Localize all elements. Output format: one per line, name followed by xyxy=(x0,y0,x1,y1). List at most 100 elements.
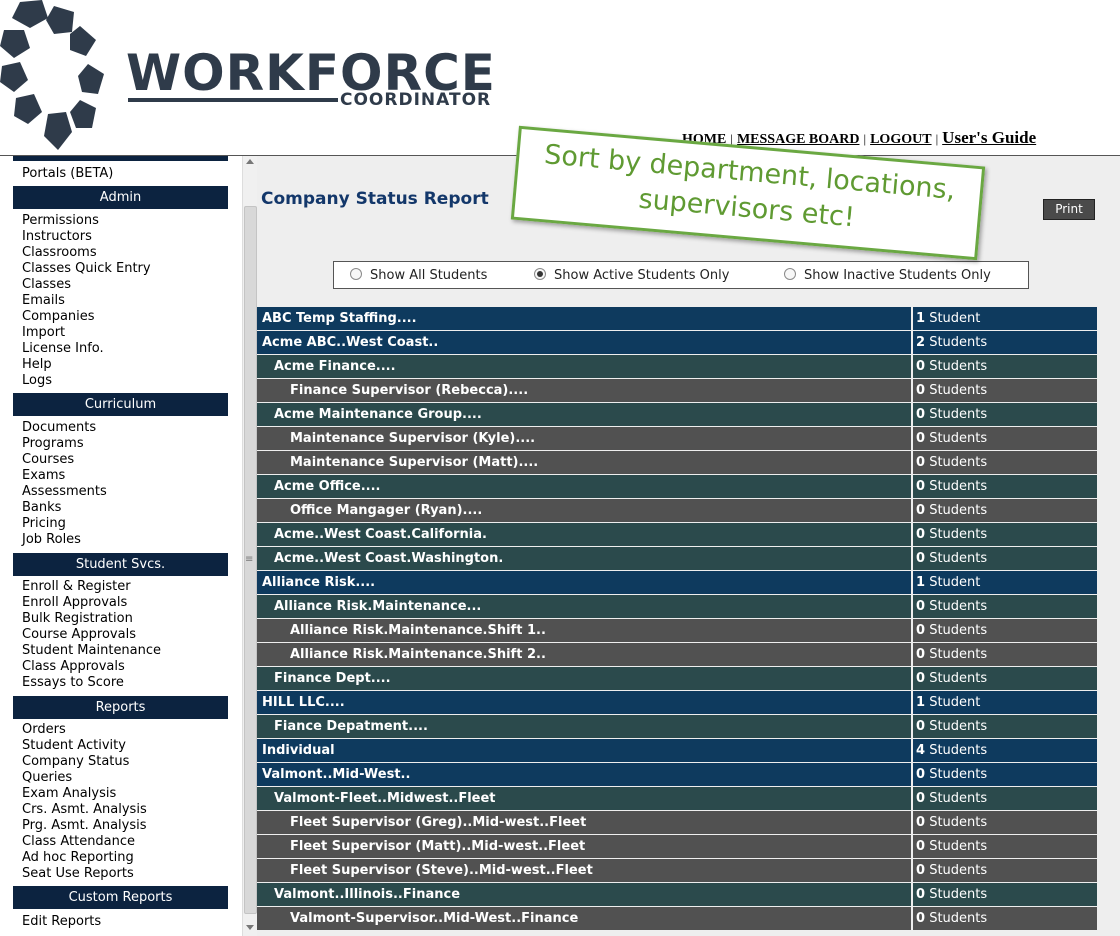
table-row[interactable]: Acme Office.... 0 Students xyxy=(257,475,1097,498)
row-name[interactable]: Finance Supervisor (Rebecca).... xyxy=(257,379,911,402)
row-name[interactable]: Acme Maintenance Group.... xyxy=(257,403,911,426)
table-row[interactable]: Acme..West Coast.Washington. 0 Students xyxy=(257,547,1097,570)
sidebar-item-companies[interactable]: Companies xyxy=(22,309,95,325)
filter-all-students[interactable]: Show All Students xyxy=(350,268,487,283)
table-row[interactable]: Finance Dept.... 0 Students xyxy=(257,667,1097,690)
sidebar-item-documents[interactable]: Documents xyxy=(22,420,96,436)
table-row[interactable]: Acme..West Coast.California. 0 Students xyxy=(257,523,1097,546)
sidebar-item-prg-asmt-analysis[interactable]: Prg. Asmt. Analysis xyxy=(22,818,147,834)
table-row[interactable]: Maintenance Supervisor (Matt).... 0 Stude… xyxy=(257,451,1097,474)
sidebar-item-job-roles[interactable]: Job Roles xyxy=(22,532,81,548)
sidebar-item-enroll-register[interactable]: Enroll & Register xyxy=(22,579,131,595)
table-row[interactable]: Alliance Risk.Maintenance.Shift 1.. 0 Stu… xyxy=(257,619,1097,642)
table-row[interactable]: Office Mangager (Ryan).... 0 Students xyxy=(257,499,1097,522)
sidebar-item-classes[interactable]: Classes xyxy=(22,277,71,293)
table-row[interactable]: Alliance Risk.Maintenance.Shift 2.. 0 Stu… xyxy=(257,643,1097,666)
sidebar-item-banks[interactable]: Banks xyxy=(22,500,61,516)
sidebar-item-class-approvals[interactable]: Class Approvals xyxy=(22,659,125,675)
row-name[interactable]: Office Mangager (Ryan).... xyxy=(257,499,911,522)
table-row[interactable]: Individual 4 Students xyxy=(257,739,1097,762)
table-row[interactable]: Valmont-Fleet..Midwest..Fleet 0 Students xyxy=(257,787,1097,810)
nav-logout-link[interactable]: LOGOUT xyxy=(870,132,931,147)
sidebar-item-programs[interactable]: Programs xyxy=(22,436,84,452)
radio-button-selected-icon[interactable] xyxy=(534,268,546,280)
table-row[interactable]: ABC Temp Staffing.... 1 Student xyxy=(257,307,1097,330)
row-name[interactable]: Acme ABC..West Coast.. xyxy=(257,331,911,354)
radio-button-icon[interactable] xyxy=(784,268,796,280)
sidebar-item-queries[interactable]: Queries xyxy=(22,770,72,786)
table-row[interactable]: Acme Maintenance Group.... 0 Students xyxy=(257,403,1097,426)
row-name[interactable]: HILL LLC.... xyxy=(257,691,911,714)
sidebar-item-assessments[interactable]: Assessments xyxy=(22,484,107,500)
row-name[interactable]: ABC Temp Staffing.... xyxy=(257,307,911,330)
sidebar-item-ad-hoc-reporting[interactable]: Ad hoc Reporting xyxy=(22,850,134,866)
nav-message-board-link[interactable]: MESSAGE BOARD xyxy=(737,132,860,147)
sidebar-item-enroll-approvals[interactable]: Enroll Approvals xyxy=(22,595,127,611)
sidebar-item-course-approvals[interactable]: Course Approvals xyxy=(22,627,136,643)
row-name[interactable]: Alliance Risk.Maintenance.Shift 1.. xyxy=(257,619,911,642)
sidebar-item-classrooms[interactable]: Classrooms xyxy=(22,245,97,261)
row-name[interactable]: Acme..West Coast.Washington. xyxy=(257,547,911,570)
row-name[interactable]: Maintenance Supervisor (Kyle).... xyxy=(257,427,911,450)
sidebar-item-pricing[interactable]: Pricing xyxy=(22,516,66,532)
table-row[interactable]: Finance Supervisor (Rebecca).... 0 Studen… xyxy=(257,379,1097,402)
sidebar-item-crs-asmt-analysis[interactable]: Crs. Asmt. Analysis xyxy=(22,802,147,818)
sidebar-item-company-status[interactable]: Company Status xyxy=(22,754,129,770)
sidebar-item-license-info[interactable]: License Info. xyxy=(22,341,104,357)
row-name[interactable]: Valmont-Fleet..Midwest..Fleet xyxy=(257,787,911,810)
table-row[interactable]: Fleet Supervisor (Matt)..Mid-west..Fleet… xyxy=(257,835,1097,858)
row-name[interactable]: Fleet Supervisor (Matt)..Mid-west..Fleet xyxy=(257,835,911,858)
sidebar-item-bulk-registration[interactable]: Bulk Registration xyxy=(22,611,133,627)
row-name[interactable]: Fiance Depatment.... xyxy=(257,715,911,738)
sidebar-scrollbar[interactable]: ≡ xyxy=(242,156,257,936)
row-name[interactable]: Acme Finance.... xyxy=(257,355,911,378)
table-row[interactable]: Alliance Risk.... 1 Student xyxy=(257,571,1097,594)
sidebar-item-emails[interactable]: Emails xyxy=(22,293,65,309)
radio-button-icon[interactable] xyxy=(350,268,362,280)
filter-active-students[interactable]: Show Active Students Only xyxy=(534,268,729,283)
row-name[interactable]: Valmont-Supervisor..Mid-West..Finance xyxy=(257,907,911,930)
row-name[interactable]: Fleet Supervisor (Greg)..Mid-west..Fleet xyxy=(257,811,911,834)
sidebar-item-permissions[interactable]: Permissions xyxy=(22,213,99,229)
print-button[interactable]: Print xyxy=(1043,199,1095,220)
table-row[interactable]: Maintenance Supervisor (Kyle).... 0 Stude… xyxy=(257,427,1097,450)
sidebar-item-logs[interactable]: Logs xyxy=(22,373,52,389)
row-name[interactable]: Alliance Risk.Maintenance... xyxy=(257,595,911,618)
sidebar-item-courses[interactable]: Courses xyxy=(22,452,74,468)
table-row[interactable]: Valmont..Illinois..Finance 0 Students xyxy=(257,883,1097,906)
sidebar-item-help[interactable]: Help xyxy=(22,357,52,373)
table-row[interactable]: Alliance Risk.Maintenance... 0 Students xyxy=(257,595,1097,618)
row-name[interactable]: Acme..West Coast.California. xyxy=(257,523,911,546)
sidebar-item-seat-use-reports[interactable]: Seat Use Reports xyxy=(22,866,134,882)
scroll-up-arrow-icon[interactable] xyxy=(246,159,254,164)
sidebar-item-portals[interactable]: Portals (BETA) xyxy=(22,166,113,182)
sidebar-item-instructors[interactable]: Instructors xyxy=(22,229,92,245)
sidebar-item-essays-to-score[interactable]: Essays to Score xyxy=(22,675,124,691)
sidebar-item-orders[interactable]: Orders xyxy=(22,722,66,738)
table-row[interactable]: Valmont-Supervisor..Mid-West..Finance 0 S… xyxy=(257,907,1097,930)
filter-inactive-students[interactable]: Show Inactive Students Only xyxy=(784,268,991,283)
table-row[interactable]: Acme Finance.... 0 Students xyxy=(257,355,1097,378)
scroll-down-arrow-icon[interactable] xyxy=(246,925,254,930)
row-name[interactable]: Alliance Risk.Maintenance.Shift 2.. xyxy=(257,643,911,666)
row-name[interactable]: Valmont..Illinois..Finance xyxy=(257,883,911,906)
users-guide-link[interactable]: User's Guide xyxy=(942,128,1036,147)
sidebar-item-class-attendance[interactable]: Class Attendance xyxy=(22,834,135,850)
table-row[interactable]: Valmont..Mid-West.. 0 Students xyxy=(257,763,1097,786)
sidebar-item-classes-quick-entry[interactable]: Classes Quick Entry xyxy=(22,261,151,277)
row-name[interactable]: Fleet Supervisor (Steve)..Mid-west..Flee… xyxy=(257,859,911,882)
table-row[interactable]: Fiance Depatment.... 0 Students xyxy=(257,715,1097,738)
sidebar-item-student-activity[interactable]: Student Activity xyxy=(22,738,126,754)
table-row[interactable]: Fleet Supervisor (Steve)..Mid-west..Flee… xyxy=(257,859,1097,882)
row-name[interactable]: Alliance Risk.... xyxy=(257,571,911,594)
row-name[interactable]: Finance Dept.... xyxy=(257,667,911,690)
table-row[interactable]: Fleet Supervisor (Greg)..Mid-west..Fleet… xyxy=(257,811,1097,834)
sidebar-item-exam-analysis[interactable]: Exam Analysis xyxy=(22,786,116,802)
sidebar-item-exams[interactable]: Exams xyxy=(22,468,65,484)
row-name[interactable]: Individual xyxy=(257,739,911,762)
sidebar-item-edit-reports[interactable]: Edit Reports xyxy=(22,914,101,930)
row-name[interactable]: Acme Office.... xyxy=(257,475,911,498)
sidebar-item-student-maintenance[interactable]: Student Maintenance xyxy=(22,643,161,659)
row-name[interactable]: Valmont..Mid-West.. xyxy=(257,763,911,786)
sidebar-item-import[interactable]: Import xyxy=(22,325,65,341)
